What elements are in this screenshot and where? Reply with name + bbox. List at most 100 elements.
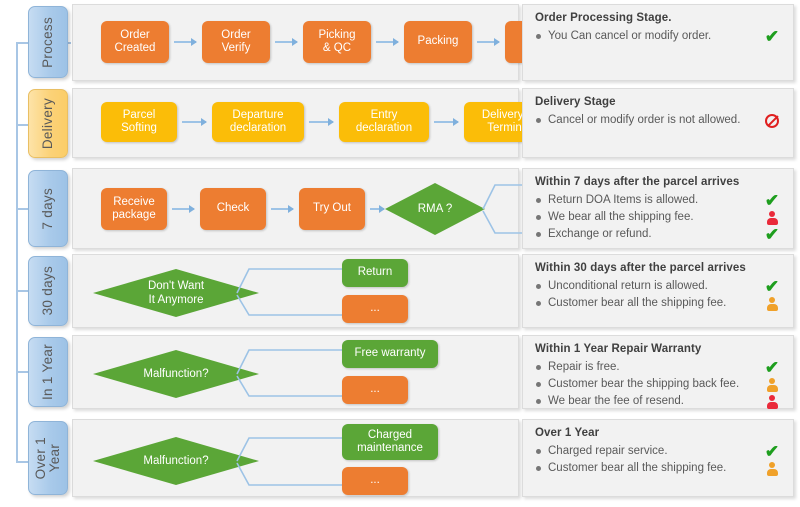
bullet-dot bbox=[536, 232, 541, 237]
info-line: We bear all the shipping fee. bbox=[535, 209, 783, 226]
info-line-text: We bear all the shipping fee. bbox=[548, 211, 694, 223]
node-packing[interactable]: Packing bbox=[404, 21, 472, 63]
flow-panel-process: Order Created Order Verify Picking & QC Pac… bbox=[72, 4, 573, 81]
bullet-dot bbox=[536, 284, 541, 289]
stage-tab-7days[interactable]: 7 days bbox=[28, 170, 68, 247]
stage-tab-process-label: Process bbox=[39, 16, 55, 68]
bullet-dot bbox=[536, 118, 541, 123]
node-other-30days[interactable]: ... bbox=[342, 295, 408, 323]
info-line-text: Unconditional return is allowed. bbox=[548, 280, 708, 292]
info-panel-30days: Within 30 days after the parcel arrives … bbox=[522, 254, 794, 328]
node-other-over-1-year[interactable]: ... bbox=[342, 467, 408, 495]
info-line: Charged repair service. ✔ bbox=[535, 443, 783, 460]
node-try-out[interactable]: Try Out bbox=[299, 188, 365, 230]
node-free-warranty[interactable]: Free warranty bbox=[342, 340, 438, 368]
mark-check-icon: ✔ bbox=[764, 191, 780, 210]
bullet-dot bbox=[536, 466, 541, 471]
info-panel-delivery: Delivery Stage Cancel or modify order is… bbox=[522, 88, 794, 158]
mark-check-icon: ✔ bbox=[764, 225, 780, 244]
info-title-7days: Within 7 days after the parcel arrives bbox=[535, 176, 740, 188]
info-line: Customer bear all the shipping fee. bbox=[535, 460, 783, 477]
info-line: We bear the fee of resend. bbox=[535, 393, 783, 410]
branch-connectors-1year bbox=[236, 346, 350, 400]
mark-forbidden-icon bbox=[761, 113, 783, 128]
info-line-text: Customer bear all the shipping fee. bbox=[548, 297, 727, 309]
stage-tab-in-1-year[interactable]: In 1 Year bbox=[28, 337, 68, 407]
info-panel-process: Order Processing Stage. You Can cancel o… bbox=[522, 4, 794, 81]
info-line-text: We bear the fee of resend. bbox=[548, 395, 684, 407]
node-parcel-softing[interactable]: Parcel Softing bbox=[101, 102, 177, 142]
stage-tab-over-1-year-label: Over 1 Year bbox=[32, 436, 62, 480]
info-line-text: You Can cancel or modify order. bbox=[548, 30, 712, 42]
mark-person-red-icon bbox=[761, 394, 783, 409]
info-title-delivery: Delivery Stage bbox=[535, 96, 616, 108]
arrow-5 bbox=[182, 118, 207, 126]
mark-person-red-icon bbox=[761, 210, 783, 225]
node-picking-qc[interactable]: Picking & QC bbox=[303, 21, 371, 63]
info-panel-in-1-year: Within 1 Year Repair Warranty Repair is … bbox=[522, 335, 794, 409]
decision-30days-label: Don't Want It Anymore bbox=[147, 280, 205, 306]
info-line: Return DOA Items is allowed. ✔ bbox=[535, 192, 783, 209]
arrow-3 bbox=[376, 38, 399, 46]
info-line: Customer bear all the shipping fee. bbox=[535, 295, 783, 312]
info-panel-7days: Within 7 days after the parcel arrives R… bbox=[522, 168, 794, 249]
arrow-4 bbox=[477, 38, 500, 46]
info-line: You Can cancel or modify order. ✔ bbox=[535, 28, 783, 45]
node-order-verify[interactable]: Order Verify bbox=[202, 21, 270, 63]
node-entry-declaration[interactable]: Entry declaration bbox=[339, 102, 429, 142]
mark-check-icon: ✔ bbox=[764, 27, 780, 46]
node-receive-package[interactable]: Receive package bbox=[101, 188, 167, 230]
info-panel-over-1-year: Over 1 Year Charged repair service. ✔ Cu… bbox=[522, 419, 794, 497]
arrow-10 bbox=[370, 205, 385, 213]
info-line-text: Return DOA Items is allowed. bbox=[548, 194, 699, 206]
stage-tab-process[interactable]: Process bbox=[28, 6, 68, 78]
stage-tab-in-1-year-label: In 1 Year bbox=[39, 343, 55, 400]
flow-panel-30days: Don't Want It Anymore Return ... bbox=[72, 254, 519, 328]
flow-panel-in-1-year: Malfunction? Free warranty ... bbox=[72, 335, 519, 409]
info-line-text: Customer bear the shipping back fee. bbox=[548, 378, 740, 390]
info-line-text: Cancel or modify order is not allowed. bbox=[548, 114, 741, 126]
mark-check-icon: ✔ bbox=[764, 442, 780, 461]
node-charged-maintenance[interactable]: Charged maintenance bbox=[342, 424, 438, 460]
info-line: Customer bear the shipping back fee. bbox=[535, 376, 783, 393]
branch-connectors-over1year bbox=[236, 434, 350, 489]
decision-over-1-year-label: Malfunction? bbox=[143, 455, 209, 467]
decision-rma[interactable]: RMA ? bbox=[385, 183, 485, 235]
branch-connectors-30days bbox=[236, 265, 350, 319]
node-other-1year[interactable]: ... bbox=[342, 376, 408, 404]
node-check[interactable]: Check bbox=[200, 188, 266, 230]
info-title-process: Order Processing Stage. bbox=[535, 12, 672, 24]
arrow-8 bbox=[172, 205, 195, 213]
stage-tab-7days-label: 7 days bbox=[39, 187, 55, 230]
mark-check-icon: ✔ bbox=[764, 277, 780, 296]
arrow-1 bbox=[174, 38, 197, 46]
flow-panel-over-1-year: Malfunction? Charged maintenance ... bbox=[72, 419, 519, 497]
decision-rma-label: RMA ? bbox=[417, 203, 453, 215]
info-line: Exchange or refund. ✔ bbox=[535, 226, 783, 243]
info-line-text: Customer bear all the shipping fee. bbox=[548, 462, 727, 474]
bullet-dot bbox=[536, 365, 541, 370]
stage-tab-30days[interactable]: 30 days bbox=[28, 256, 68, 326]
node-departure-declaration[interactable]: Departure declaration bbox=[212, 102, 304, 142]
bullet-dot bbox=[536, 382, 541, 387]
mark-check-icon: ✔ bbox=[764, 358, 780, 377]
mark-person-orange-icon bbox=[761, 296, 783, 311]
stage-tab-over-1-year[interactable]: Over 1 Year bbox=[28, 421, 68, 495]
stage-tab-delivery[interactable]: Delivery bbox=[28, 89, 68, 158]
info-line-text: Charged repair service. bbox=[548, 445, 668, 457]
bullet-dot bbox=[536, 198, 541, 203]
mark-person-orange-icon bbox=[761, 377, 783, 392]
node-order-created[interactable]: Order Created bbox=[101, 21, 169, 63]
bullet-dot bbox=[536, 34, 541, 39]
info-line: Unconditional return is allowed. ✔ bbox=[535, 278, 783, 295]
flow-panel-delivery: Parcel Softing Departure declaration Entry… bbox=[72, 88, 554, 158]
bullet-dot bbox=[536, 399, 541, 404]
arrow-6 bbox=[309, 118, 334, 126]
stage-tab-delivery-label: Delivery bbox=[39, 97, 55, 150]
flowchart-page: Order Created Order Verify Picking & QC Pac… bbox=[0, 0, 800, 507]
bullet-dot bbox=[536, 449, 541, 454]
decision-1year-label: Malfunction? bbox=[143, 368, 209, 380]
node-return-30days[interactable]: Return bbox=[342, 259, 408, 287]
stage-tab-30days-label: 30 days bbox=[39, 266, 55, 316]
arrow-2 bbox=[275, 38, 298, 46]
